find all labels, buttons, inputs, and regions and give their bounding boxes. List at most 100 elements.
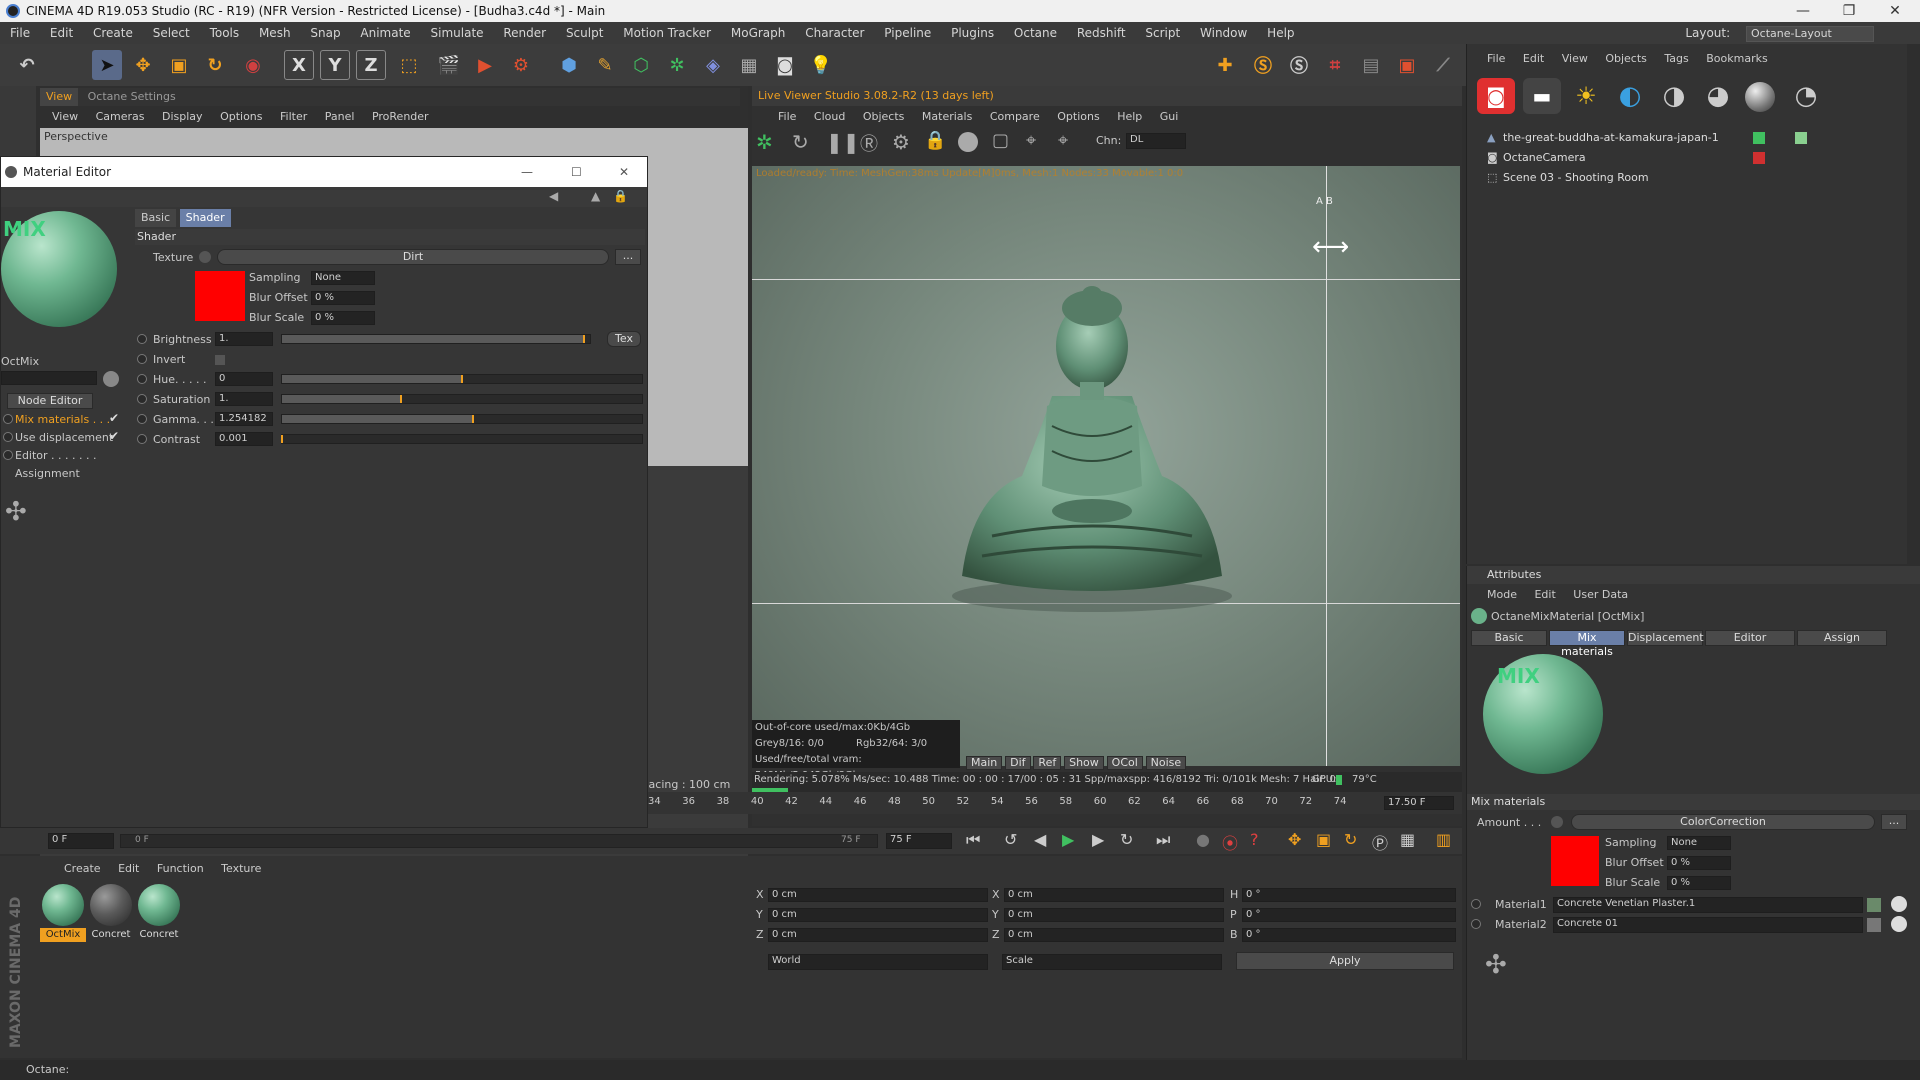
lv-pause-icon[interactable]: ❚❚ <box>826 130 860 154</box>
viewport-menu-cameras[interactable]: Cameras <box>96 110 145 123</box>
menu-edit[interactable]: Edit <box>50 26 73 40</box>
menu-render[interactable]: Render <box>503 26 546 40</box>
material2-field[interactable]: Concrete 01 <box>1553 917 1863 933</box>
menu-animate[interactable]: Animate <box>360 26 410 40</box>
prev-frame-icon[interactable]: ◀ <box>1034 830 1046 849</box>
attr-menu-user-data[interactable]: User Data <box>1573 588 1628 601</box>
coord-field-a[interactable]: 0 cm <box>768 908 988 922</box>
mm-menu-edit[interactable]: Edit <box>118 862 139 875</box>
lv-pick-focus-icon[interactable]: ⌖ <box>1026 130 1036 151</box>
hue-field[interactable]: 0 <box>215 372 273 386</box>
minimize-button[interactable]: — <box>1780 0 1826 22</box>
mix-materials-radio[interactable] <box>3 414 13 424</box>
attr-menu-edit[interactable]: Edit <box>1534 588 1555 601</box>
me-tab-basic[interactable]: Basic <box>135 209 177 227</box>
material-preview-sphere[interactable]: MIX <box>1 211 117 327</box>
undo-icon[interactable]: ↶ <box>12 50 42 80</box>
coord-field-b[interactable]: 0 cm <box>1004 888 1224 902</box>
floor-icon[interactable]: ▦ <box>734 50 764 80</box>
frame-range-slider[interactable]: 0 F 75 F <box>120 834 878 848</box>
invert-checkbox[interactable] <box>215 355 225 365</box>
coord-field-c[interactable]: 0 ° <box>1242 888 1456 902</box>
object-row[interactable]: ⬚ Scene 03 - Shooting Room <box>1467 168 1920 188</box>
om-menu-tags[interactable]: Tags <box>1664 52 1688 65</box>
render-canvas[interactable]: Loaded/ready: Time: MeshGen:38ms Update[… <box>752 166 1460 766</box>
material-pick-icon[interactable] <box>103 371 119 387</box>
keyframe-selection-icon[interactable]: ? <box>1250 830 1259 849</box>
light-icon[interactable]: 💡 <box>806 50 836 80</box>
cube-icon[interactable]: ⬢ <box>554 50 584 80</box>
viewport-menu-view[interactable]: View <box>52 110 78 123</box>
attr-tab-assign[interactable]: Assign <box>1797 630 1887 646</box>
render-picture-viewer-icon[interactable]: ▶ <box>470 50 500 80</box>
invert-radio[interactable] <box>137 354 147 364</box>
lv-menu-file[interactable]: File <box>778 110 796 123</box>
autokey-icon[interactable]: ⦿ <box>1222 830 1238 854</box>
key-parameter-icon[interactable]: Ⓟ <box>1372 830 1388 854</box>
editor-option[interactable]: Editor . . . . . . . <box>15 449 97 462</box>
hue-slider[interactable] <box>281 374 643 384</box>
menu-simulate[interactable]: Simulate <box>431 26 484 40</box>
coord-field-c[interactable]: 0 ° <box>1242 928 1456 942</box>
array-icon[interactable]: ✲ <box>662 50 692 80</box>
menu-tools[interactable]: Tools <box>210 26 240 40</box>
gamma-slider[interactable] <box>281 414 643 424</box>
lv-menu-materials[interactable]: Materials <box>922 110 972 123</box>
menu-file[interactable]: File <box>10 26 30 40</box>
octane-tag-icon[interactable]: ⌗ <box>1320 50 1350 80</box>
menu-window[interactable]: Window <box>1200 26 1247 40</box>
contrast-slider[interactable] <box>281 434 643 444</box>
blur-offset-field[interactable]: 0 % <box>311 291 375 305</box>
coord-apply-button[interactable]: Apply <box>1236 952 1454 970</box>
tab-view[interactable]: View <box>40 88 79 106</box>
lv-menu-objects[interactable]: Objects <box>863 110 905 123</box>
menu-plugins[interactable]: Plugins <box>951 26 994 40</box>
attr-sampling-dropdown[interactable]: None <box>1667 836 1731 850</box>
lv-settings-icon[interactable]: ⚙ <box>892 130 910 154</box>
coord-mode-dropdown[interactable]: World <box>768 954 988 970</box>
amount-shader-button[interactable]: ColorCorrection <box>1571 814 1875 830</box>
coord-field-c[interactable]: 0 ° <box>1242 908 1456 922</box>
octane-add-icon[interactable]: ✚ <box>1210 50 1240 80</box>
menu-redshift[interactable]: Redshift <box>1077 26 1126 40</box>
use-displacement-option[interactable]: Use displacement <box>15 431 113 444</box>
viewport-menu-prorender[interactable]: ProRender <box>372 110 429 123</box>
mm-menu-function[interactable]: Function <box>157 862 204 875</box>
amount-arrow-icon[interactable] <box>1551 816 1563 828</box>
octane-daylight-icon[interactable]: ☀ <box>1567 78 1605 114</box>
lv-lock-icon[interactable]: 🔒 <box>924 130 946 151</box>
me-tab-shader[interactable]: Shader <box>179 209 231 227</box>
viewport-menu-options[interactable]: Options <box>220 110 262 123</box>
scale-tool-icon[interactable]: ▣ <box>164 50 194 80</box>
menu-select[interactable]: Select <box>153 26 190 40</box>
node-editor-button[interactable]: Node Editor <box>7 393 93 409</box>
om-menu-edit[interactable]: Edit <box>1523 52 1544 65</box>
object-row[interactable]: ◙ OctaneCamera <box>1467 148 1920 168</box>
key-scale-icon[interactable]: ▣ <box>1316 830 1331 849</box>
camera-icon[interactable]: ◙ <box>770 50 800 80</box>
mm-menu-create[interactable]: Create <box>64 862 101 875</box>
lv-mode-ocol[interactable]: OCol <box>1106 756 1143 770</box>
maximize-button[interactable]: ❐ <box>1826 0 1872 22</box>
coord-field-b[interactable]: 0 cm <box>1004 928 1224 942</box>
octane-glossy-icon[interactable]: ◕ <box>1699 78 1737 114</box>
octane-camera-tag-icon[interactable] <box>1753 152 1765 164</box>
psr-icon[interactable]: ▤ <box>1356 50 1386 80</box>
lv-menu-gui[interactable]: Gui <box>1160 110 1179 123</box>
key-position-icon[interactable]: ✥ <box>1288 830 1301 849</box>
live-selection-icon[interactable]: ◉ <box>238 50 268 80</box>
key-rotation-icon[interactable]: ↻ <box>1344 830 1357 849</box>
coordinate-system-icon[interactable]: ⬚ <box>394 50 424 80</box>
menu-sculpt[interactable]: Sculpt <box>566 26 603 40</box>
menu-snap[interactable]: Snap <box>310 26 340 40</box>
me-lock-icon[interactable]: 🔒 <box>613 189 628 203</box>
lv-channel-dropdown[interactable]: DL <box>1126 133 1186 149</box>
material2-preview-icon[interactable] <box>1867 918 1881 932</box>
brightness-field[interactable]: 1. <box>215 332 273 346</box>
editor-radio[interactable] <box>3 450 13 460</box>
lv-mode-main[interactable]: Main <box>966 756 1003 770</box>
brightness-radio[interactable] <box>137 334 147 344</box>
assignment-option[interactable]: Assignment <box>15 467 80 480</box>
lv-start-render-icon[interactable]: ✲ <box>756 130 773 154</box>
octane-camera-icon[interactable]: ◙ <box>1477 78 1515 114</box>
